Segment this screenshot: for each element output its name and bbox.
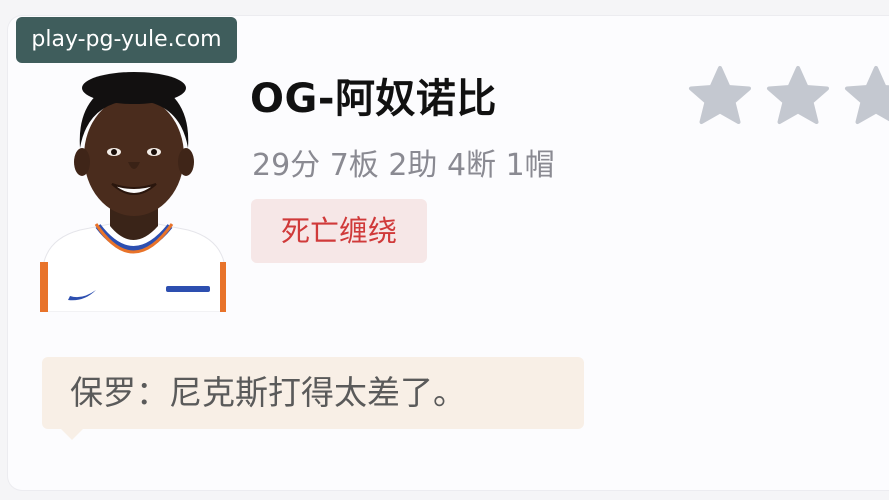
player-stats: 29分 7板 2助 4断 1帽	[252, 148, 555, 183]
player-name: OG-阿奴诺比	[250, 76, 497, 122]
watermark-label: play-pg-yule.com	[16, 17, 237, 63]
star-icon	[689, 66, 751, 124]
player-tag-badge: 死亡缠绕	[251, 199, 427, 263]
comment-bubble-tail	[60, 428, 84, 440]
star-icon	[845, 66, 889, 124]
star-icon	[767, 66, 829, 124]
comment-bubble: 保罗：尼克斯打得太差了。	[42, 357, 584, 429]
player-avatar	[40, 72, 226, 312]
